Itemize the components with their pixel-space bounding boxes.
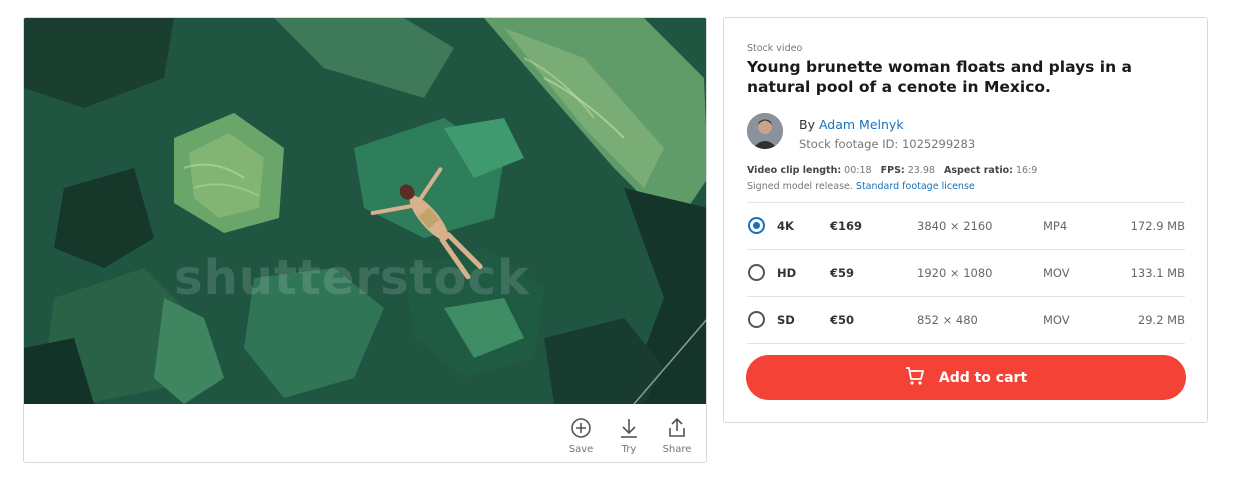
- add-to-cart-label: Add to cart: [938, 369, 1028, 386]
- radio-sd[interactable]: [748, 311, 765, 328]
- option-hd[interactable]: HD €59 1920 × 1080 MOV 133.1 MB: [747, 249, 1185, 296]
- plus-circle-icon: [564, 416, 598, 440]
- option-format: MOV: [1043, 266, 1070, 280]
- release-meta: Signed model release. Standard footage l…: [747, 181, 975, 192]
- video-preview[interactable]: shutterstock: [24, 18, 706, 404]
- option-filesize: 29.2 MB: [1137, 313, 1185, 327]
- author-link[interactable]: Adam Melnyk: [819, 117, 904, 132]
- download-icon: [612, 416, 646, 440]
- option-size: HD: [777, 266, 797, 280]
- cart-icon: [905, 366, 925, 390]
- option-resolution: 852 × 480: [917, 313, 978, 327]
- option-sd[interactable]: SD €50 852 × 480 MOV 29.2 MB: [747, 296, 1185, 344]
- try-button[interactable]: Try: [612, 416, 646, 455]
- option-price: €59: [830, 266, 855, 280]
- clip-meta: Video clip length: 00:18 FPS: 23.98 Aspe…: [747, 165, 1037, 176]
- cenote-scene: [24, 18, 706, 404]
- avatar[interactable]: [747, 113, 783, 149]
- content-type-label: Stock video: [747, 43, 803, 54]
- by-label: By: [799, 117, 815, 132]
- option-price: €50: [830, 313, 855, 327]
- media-actions: Save Try Share: [564, 416, 694, 455]
- option-size: 4K: [777, 219, 794, 233]
- share-icon: [660, 416, 694, 440]
- share-button[interactable]: Share: [660, 416, 694, 455]
- media-card: shutterstock Save Try Share: [23, 17, 707, 463]
- save-button[interactable]: Save: [564, 416, 598, 455]
- fps-value: 23.98: [907, 165, 935, 176]
- footage-id: Stock footage ID: 1025299283: [799, 137, 976, 151]
- try-label: Try: [621, 444, 637, 455]
- page-title: Young brunette woman floats and plays in…: [747, 58, 1133, 96]
- radio-hd[interactable]: [748, 264, 765, 281]
- share-label: Share: [662, 444, 692, 455]
- option-resolution: 1920 × 1080: [917, 266, 993, 280]
- option-4k[interactable]: 4K €169 3840 × 2160 MP4 172.9 MB: [747, 202, 1185, 249]
- option-filesize: 172.9 MB: [1130, 219, 1185, 233]
- option-format: MOV: [1043, 313, 1070, 327]
- aspect-label: Aspect ratio:: [944, 165, 1013, 176]
- author-byline: By Adam Melnyk: [799, 117, 904, 132]
- watermark: shutterstock: [174, 250, 530, 306]
- option-size: SD: [777, 313, 795, 327]
- clip-length-value: 00:18: [844, 165, 872, 176]
- option-price: €169: [830, 219, 863, 233]
- save-label: Save: [568, 444, 594, 455]
- aspect-value: 16:9: [1016, 165, 1038, 176]
- option-format: MP4: [1043, 219, 1068, 233]
- option-filesize: 133.1 MB: [1130, 266, 1185, 280]
- fps-label: FPS:: [880, 165, 905, 176]
- option-resolution: 3840 × 2160: [917, 219, 993, 233]
- size-options: 4K €169 3840 × 2160 MP4 172.9 MB HD €59 …: [747, 202, 1185, 344]
- radio-4k[interactable]: [748, 217, 765, 234]
- purchase-panel: Stock video Young brunette woman floats …: [723, 17, 1208, 423]
- release-text: Signed model release.: [747, 181, 853, 192]
- clip-length-label: Video clip length:: [747, 165, 842, 176]
- license-link[interactable]: Standard footage license: [856, 181, 975, 192]
- add-to-cart-button[interactable]: Add to cart: [746, 355, 1186, 400]
